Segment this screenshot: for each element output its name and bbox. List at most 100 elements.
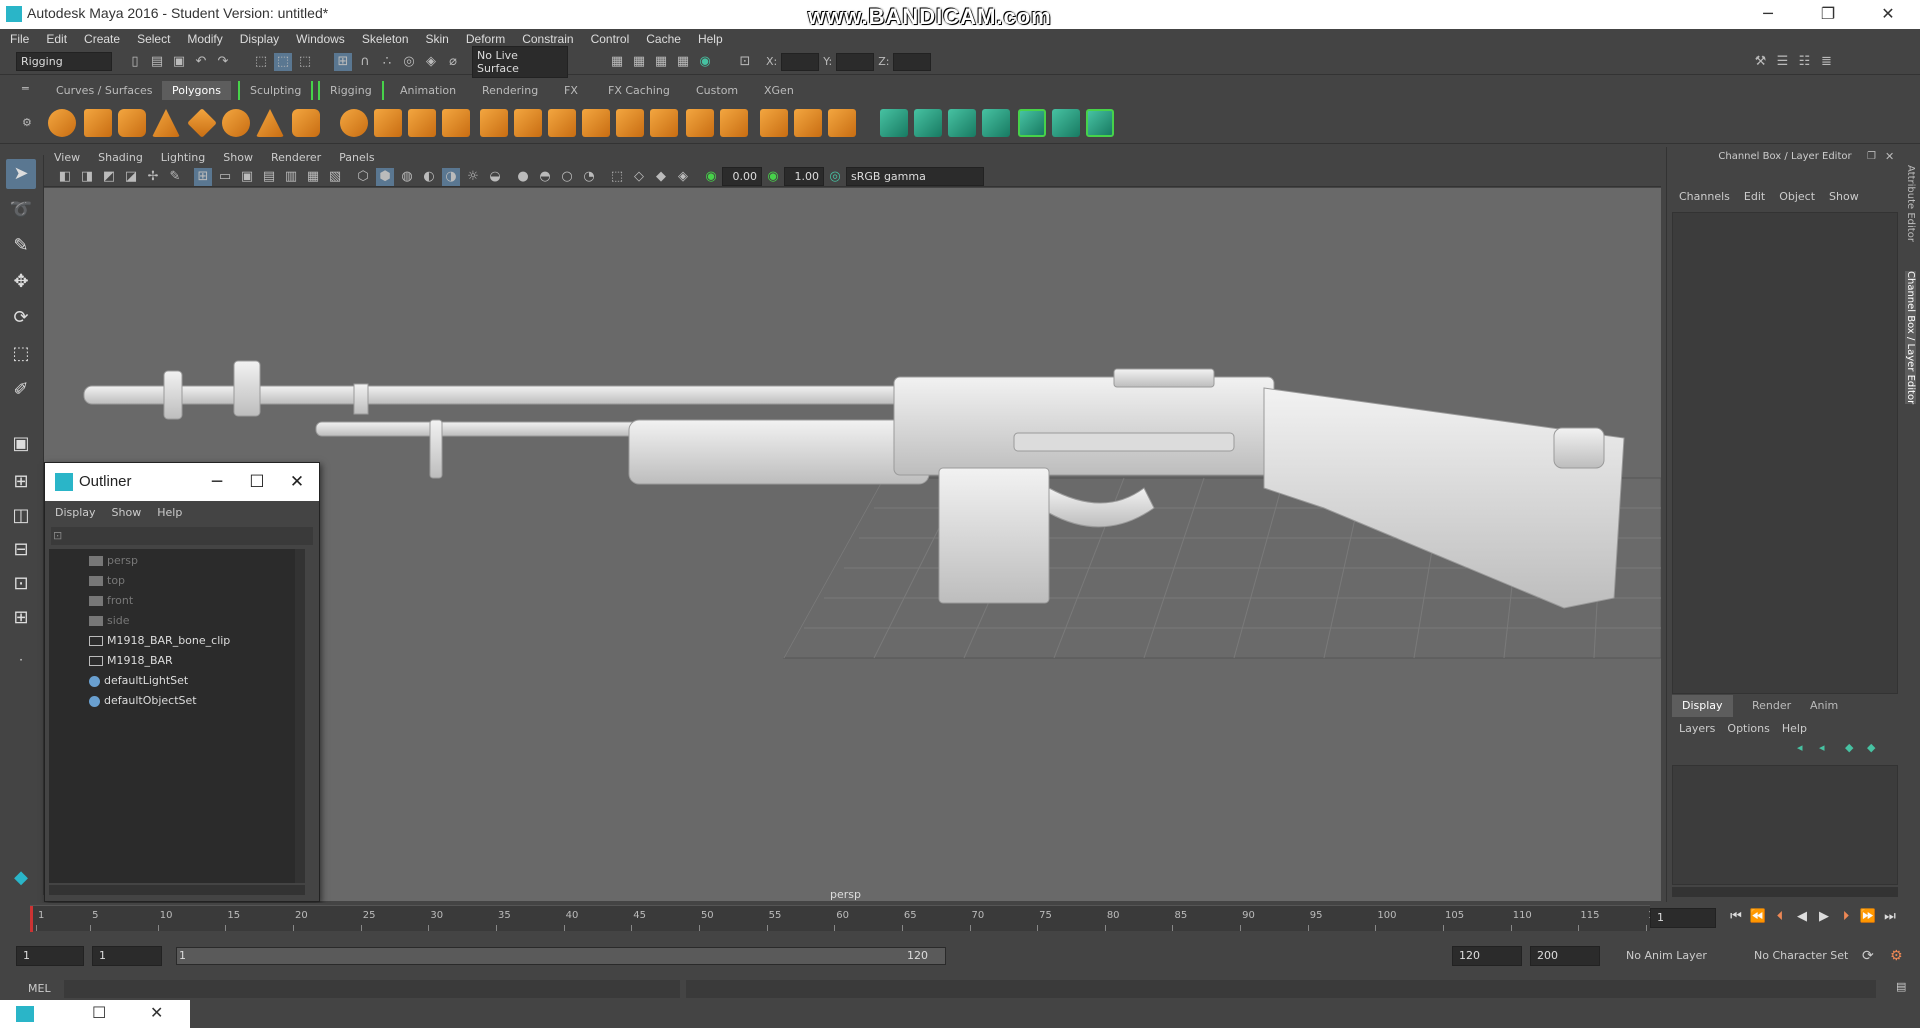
depth-of-field-icon[interactable]: ◔ [580, 168, 598, 186]
render-icon[interactable]: ▦ [630, 53, 648, 71]
cb-menu-channels[interactable]: Channels [1679, 190, 1730, 203]
list-item[interactable]: persp [89, 551, 138, 571]
character-set-dropdown[interactable]: No Character Set [1754, 949, 1848, 962]
attribute-editor-toggle-icon[interactable]: ☰ [1773, 53, 1791, 71]
select-object-icon[interactable]: ⬚ [274, 52, 292, 71]
snap-curve-icon[interactable]: ∩ [356, 53, 374, 71]
menu-deform[interactable]: Deform [466, 32, 505, 46]
snap-surface-icon[interactable]: ◈ [422, 53, 440, 71]
safe-title-icon[interactable]: ▧ [326, 168, 344, 186]
gate-mask-icon[interactable]: ▤ [260, 168, 278, 186]
animation-end-field[interactable]: 200 [1530, 946, 1600, 966]
textured-icon[interactable]: ◐ [420, 168, 438, 186]
last-tool-icon[interactable]: ✐ [6, 375, 36, 405]
motion-blur-icon[interactable]: ◓ [536, 168, 554, 186]
channel-box-list[interactable] [1672, 212, 1898, 694]
list-item[interactable]: defaultObjectSet [89, 691, 197, 711]
grease-pencil-icon[interactable]: ✎ [166, 168, 184, 186]
hypershade-icon[interactable]: ◉ [696, 53, 714, 71]
menu-help[interactable]: Help [698, 32, 723, 46]
mirror-icon[interactable] [514, 109, 542, 137]
uv-transfer-icon[interactable] [1086, 109, 1114, 137]
y-input[interactable] [836, 52, 875, 71]
tab-sculpting[interactable]: Sculpting [238, 81, 314, 100]
tab-render-layers[interactable]: Render [1742, 695, 1801, 717]
uv-automatic-icon[interactable] [982, 109, 1010, 137]
layout-more-icon[interactable]: · [6, 645, 36, 675]
animation-start-field[interactable]: 1 [16, 946, 84, 966]
poly-sphere-icon[interactable] [48, 109, 76, 137]
list-item[interactable]: top [89, 571, 125, 591]
color-management-icon[interactable]: ◎ [826, 168, 844, 186]
use-all-lights-icon[interactable]: ☼ [464, 168, 482, 186]
x-ray-active-icon[interactable]: ◈ [674, 168, 692, 186]
outliner-minimize-button[interactable]: ─ [197, 463, 237, 501]
merge-icon[interactable] [650, 109, 678, 137]
float-panel-icon[interactable]: ❐ [1867, 151, 1876, 162]
tab-fx[interactable]: FX [554, 81, 588, 100]
outliner-close-button[interactable]: ✕ [277, 463, 317, 501]
poly-pyramid-icon[interactable] [256, 109, 284, 137]
play-forwards-icon[interactable]: ▶ [1814, 909, 1834, 924]
ambient-occlusion-icon[interactable]: ● [514, 168, 532, 186]
maya-home-icon[interactable]: ◆ [6, 863, 36, 893]
snap-view-icon[interactable]: ◎ [400, 53, 418, 71]
bridge-icon[interactable] [582, 109, 610, 137]
input-mode-icon[interactable]: ⊡ [736, 53, 754, 71]
poly-cylinder-icon[interactable] [118, 109, 146, 137]
snap-point-icon[interactable]: ∴ [378, 53, 396, 71]
open-scene-icon[interactable]: ▤ [148, 53, 166, 71]
live-surface-field[interactable]: No Live Surface [472, 45, 568, 78]
wireframe-on-shaded-icon[interactable]: ◑ [442, 167, 460, 186]
checker-icon[interactable] [1052, 109, 1080, 137]
paint-select-icon[interactable]: ✎ [6, 231, 36, 261]
list-item[interactable]: defaultLightSet [89, 671, 188, 691]
fill-hole-icon[interactable] [828, 109, 856, 137]
isolate-select-icon[interactable]: ⬚ [608, 168, 626, 186]
gamma-icon[interactable]: ◉ [764, 168, 782, 186]
exposure-field[interactable]: 0.00 [722, 167, 762, 186]
layer-menu-layers[interactable]: Layers [1679, 722, 1715, 735]
script-editor-icon[interactable]: ▤ [1896, 980, 1906, 993]
smooth-shade-icon[interactable]: ⬢ [376, 167, 394, 186]
tab-display-layers[interactable]: Display [1672, 695, 1733, 717]
uv-planar-icon[interactable] [880, 109, 908, 137]
viewport-menu-shading[interactable]: Shading [98, 151, 143, 164]
step-forward-key-icon[interactable]: ⏩ [1858, 909, 1878, 924]
channel-box-toggle-icon[interactable]: ≣ [1817, 53, 1835, 71]
outliner-menu-show[interactable]: Show [112, 506, 142, 519]
image-plane-icon[interactable]: ◪ [122, 168, 140, 186]
poly-plane-icon[interactable] [187, 108, 217, 138]
wireframe-icon[interactable]: ⬡ [354, 168, 372, 186]
list-item[interactable]: side [89, 611, 130, 631]
tab-polygons[interactable]: Polygons [162, 81, 231, 100]
tab-anim-layers[interactable]: Anim [1800, 695, 1848, 717]
new-layer-icon[interactable]: ◆ [1845, 741, 1853, 754]
tab-animation[interactable]: Animation [390, 81, 466, 100]
tool-settings-toggle-icon[interactable]: ☷ [1795, 53, 1813, 71]
playback-end-field[interactable]: 120 [1452, 946, 1522, 966]
render-settings-icon[interactable]: ▦ [674, 53, 692, 71]
viewport-menu-renderer[interactable]: Renderer [271, 151, 321, 164]
boolean-icon[interactable] [480, 109, 508, 137]
layout-two-icon[interactable]: ◫ [6, 501, 36, 531]
menu-create[interactable]: Create [84, 32, 120, 46]
menu-edit[interactable]: Edit [46, 32, 67, 46]
viewport-menu-panels[interactable]: Panels [339, 151, 374, 164]
menuset-dropdown[interactable]: Rigging [16, 52, 112, 71]
default-material-icon[interactable]: ◍ [398, 168, 416, 186]
bevel-icon[interactable] [616, 109, 644, 137]
separate-icon[interactable] [374, 109, 402, 137]
maya-logo-icon[interactable] [16, 1006, 34, 1022]
snap-grid-icon[interactable]: ⊞ [334, 52, 352, 71]
uv-spherical-icon[interactable] [948, 109, 976, 137]
restore-button[interactable]: ❐ [1800, 0, 1856, 29]
menu-windows[interactable]: Windows [296, 32, 345, 46]
outliner-hscrollbar[interactable] [49, 885, 305, 895]
save-scene-icon[interactable]: ▣ [170, 53, 188, 71]
field-chart-icon[interactable]: ▥ [282, 168, 300, 186]
rotate-tool-icon[interactable]: ⟳ [6, 303, 36, 333]
menu-skin[interactable]: Skin [426, 32, 449, 46]
cb-menu-object[interactable]: Object [1779, 190, 1815, 203]
ipr-render-icon[interactable]: ▦ [652, 53, 670, 71]
